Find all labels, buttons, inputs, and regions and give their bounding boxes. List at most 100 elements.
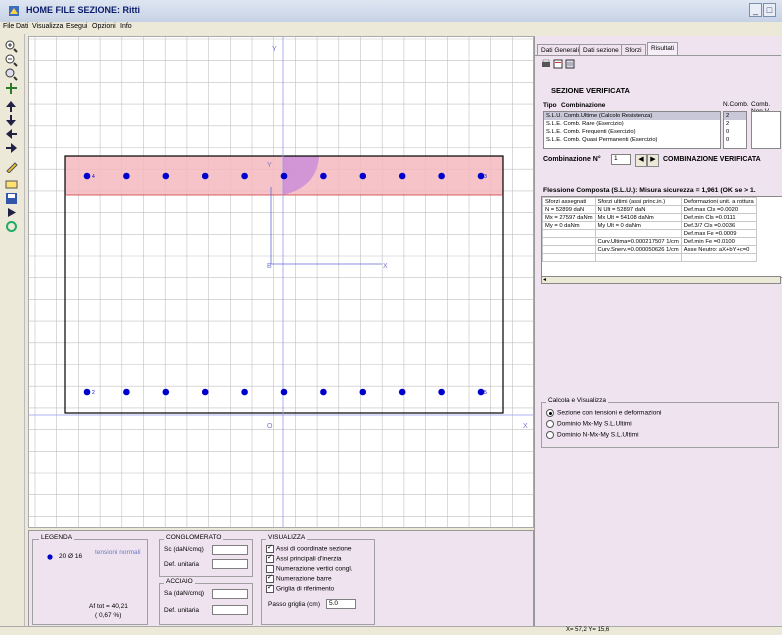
list-item[interactable]: S.L.E. Comb. Quasi Permanenti (Esercizio… xyxy=(544,136,720,144)
cell: Curv.Ultima=0.000217507 1/cm xyxy=(594,237,682,246)
horizontal-scrollbar[interactable]: ◂ xyxy=(541,276,781,284)
radio[interactable] xyxy=(546,431,554,439)
combination-list[interactable]: S.L.U. Comb.Ultime (Calcolo Resistenza) … xyxy=(543,111,721,149)
checkbox[interactable] xyxy=(266,583,274,593)
section-drawing[interactable]: Y Y B X O X 4 2 3 5 xyxy=(29,37,533,527)
checkbox[interactable] xyxy=(266,553,274,563)
sa-field[interactable] xyxy=(212,589,248,599)
cell: Def.3/7 Cls =0.0036 xyxy=(680,221,757,230)
section-canvas[interactable]: Y Y B X O X 4 2 3 5 xyxy=(28,36,534,528)
minimize-button[interactable]: _ xyxy=(749,3,762,17)
next-comb-button[interactable]: ▶ xyxy=(647,154,659,167)
tab-divider xyxy=(535,55,781,56)
maximize-button[interactable]: □ xyxy=(763,3,776,17)
option-assi-principali[interactable]: Assi principali d'inerzia xyxy=(266,553,342,563)
report-icon[interactable] xyxy=(565,59,575,69)
prev-comb-button[interactable]: ◀ xyxy=(635,154,647,167)
option-griglia[interactable]: Griglia di riferimento xyxy=(266,583,334,593)
arrow-right-icon[interactable] xyxy=(5,142,18,155)
menu-opzioni[interactable]: Opzioni xyxy=(92,23,116,30)
rebar-bottom xyxy=(280,388,288,396)
option-numerazione-vertici[interactable]: Numerazione vertici congl. xyxy=(266,565,353,573)
arrow-up-icon[interactable] xyxy=(5,100,18,113)
comb-n-field[interactable]: 1 xyxy=(611,154,631,165)
scroll-left-icon[interactable]: ◂ xyxy=(543,276,546,283)
def-acciaio-field[interactable] xyxy=(212,605,248,615)
option-label: Assi di coordinate sezione xyxy=(276,545,352,553)
flex-title: Flessione Composta (S.L.U.): Misura sicu… xyxy=(543,187,756,194)
option-dominio-mx-my[interactable]: Dominio Mx-My S.L.Ultimi xyxy=(546,420,632,428)
passo-field[interactable]: 5.0 xyxy=(326,599,356,609)
checkbox[interactable] xyxy=(266,565,274,573)
column-header: Sforzi ultimi (assi princ.in.) xyxy=(594,197,682,206)
rebar-top xyxy=(359,172,367,180)
ncomb-value: 0 xyxy=(726,137,730,143)
play-icon[interactable] xyxy=(5,206,18,219)
menu-info[interactable]: Info xyxy=(120,23,132,30)
pencil-icon[interactable] xyxy=(5,160,18,173)
bar-number-label: 5 xyxy=(484,390,487,396)
column-header: Deformazioni unit. a rottura xyxy=(680,197,757,206)
menu-esegui[interactable]: Esegui xyxy=(66,23,87,30)
option-numerazione-barre[interactable]: Numerazione barre xyxy=(266,573,332,583)
print-icon[interactable] xyxy=(541,59,551,69)
list-item[interactable]: S.L.E. Comb. Rare (Esercizio) xyxy=(544,120,720,128)
sa-label: Sa (daN/cmq) xyxy=(164,590,205,597)
arrow-left-icon[interactable] xyxy=(5,128,18,141)
rebar-bottom xyxy=(241,388,248,396)
legend-title: LEGENDA xyxy=(39,534,75,541)
rebar-top xyxy=(438,172,445,180)
cell: My = 0 daNm xyxy=(542,221,596,230)
rebar-top xyxy=(320,172,327,180)
refresh-icon[interactable] xyxy=(5,220,18,233)
barycenter-x-label: X xyxy=(383,263,388,270)
cell xyxy=(594,253,682,262)
rebar-bottom xyxy=(162,388,170,396)
pan-icon[interactable] xyxy=(5,82,18,95)
list-item[interactable]: S.L.E. Comb. Frequenti (Esercizio) xyxy=(544,128,720,136)
bar-number-label: 4 xyxy=(92,174,95,180)
tab-risultati[interactable]: Risultati xyxy=(647,42,679,56)
sc-field[interactable] xyxy=(212,545,248,555)
option-assi-coordinate[interactable]: Assi di coordinate sezione xyxy=(266,543,352,553)
radio[interactable] xyxy=(546,420,554,428)
save-icon[interactable] xyxy=(5,192,18,205)
def-conglomerato-field[interactable] xyxy=(212,559,248,569)
preview-icon[interactable] xyxy=(553,59,563,69)
menu-dati[interactable]: Dati xyxy=(16,23,28,30)
combnon-list xyxy=(751,111,781,149)
arrow-down-icon[interactable] xyxy=(5,114,18,127)
rebar-bottom xyxy=(320,388,327,396)
list-item[interactable]: S.L.U. Comb.Ultime (Calcolo Resistenza) xyxy=(544,112,720,120)
result-heading: SEZIONE VERIFICATA xyxy=(551,86,630,95)
ncomb-list: 2 2 0 0 xyxy=(723,111,747,149)
option-label: Assi principali d'inerzia xyxy=(276,555,342,563)
bar-number-label: 3 xyxy=(484,174,487,180)
results-table-box: Sforzi assegnati Sforzi ultimi (assi pri… xyxy=(541,196,782,278)
rebar-bottom xyxy=(398,388,406,396)
menu-file[interactable]: File xyxy=(3,23,14,30)
def-acciaio-label: Def. unitaria xyxy=(164,607,200,614)
option-sezione-tensioni[interactable]: Sezione con tensioni e deformazioni xyxy=(546,409,661,417)
results-table: Sforzi assegnati Sforzi ultimi (assi pri… xyxy=(542,197,757,262)
option-dominio-n-mx-my[interactable]: Dominio N-Mx-My S.L.Ultimi xyxy=(546,431,639,439)
calcola-group: Calcola e Visualizza Sezione con tension… xyxy=(541,397,779,448)
rectangle-icon[interactable] xyxy=(5,178,18,191)
rebar-top xyxy=(83,172,91,180)
checkbox[interactable] xyxy=(266,543,274,553)
option-label: Numerazione barre xyxy=(276,575,332,583)
radio[interactable] xyxy=(546,409,554,417)
cell xyxy=(542,245,596,254)
cell: Asse Neutro: aX+bY+c=0 xyxy=(680,245,757,254)
zoom-window-icon[interactable] xyxy=(5,68,18,81)
legend-af-tot: Af tot = 40,21 xyxy=(89,603,128,610)
zoom-in-icon[interactable] xyxy=(5,40,18,53)
zoom-out-icon[interactable] xyxy=(5,54,18,67)
legend-group: LEGENDA 20 Ø 16 tensioni normali Af tot … xyxy=(32,534,148,625)
table-row: N = 52899 daN N Ult = 52897 daN Def.max Cl… xyxy=(542,205,757,214)
checkbox[interactable] xyxy=(266,573,274,583)
ncomb-header: N.Comb. xyxy=(723,101,749,108)
cell xyxy=(680,253,757,262)
option-label: Sezione con tensioni e deformazioni xyxy=(557,409,662,417)
menu-visualizza[interactable]: Visualizza xyxy=(32,23,63,30)
